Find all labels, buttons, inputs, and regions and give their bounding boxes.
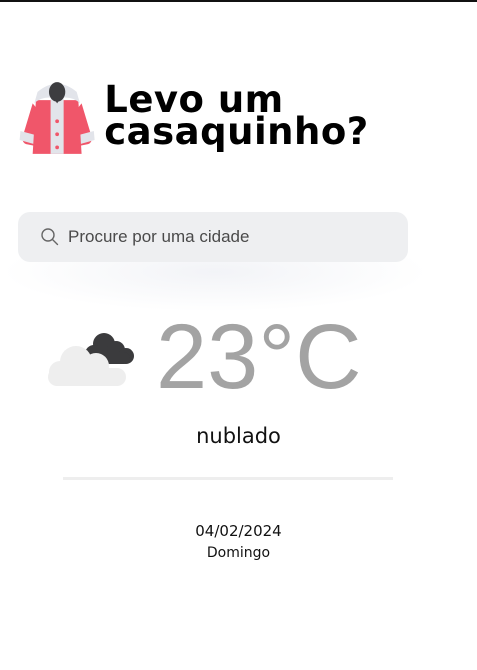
divider: [63, 477, 393, 480]
coat-icon: [19, 82, 95, 154]
page-title: Levo um casaquinho?: [104, 78, 369, 153]
date: 04/02/2024: [195, 522, 282, 540]
search-input[interactable]: [66, 226, 390, 248]
app-header: Levo um casaquinho?: [18, 70, 477, 166]
top-border: [0, 0, 477, 2]
cloudy-icon: [48, 333, 134, 386]
search-icon: [41, 228, 59, 246]
weekday: Domingo: [206, 545, 271, 561]
search-bar[interactable]: [18, 212, 408, 262]
temperature: 23°C: [156, 306, 362, 408]
weather-condition: nublado: [196, 424, 281, 448]
